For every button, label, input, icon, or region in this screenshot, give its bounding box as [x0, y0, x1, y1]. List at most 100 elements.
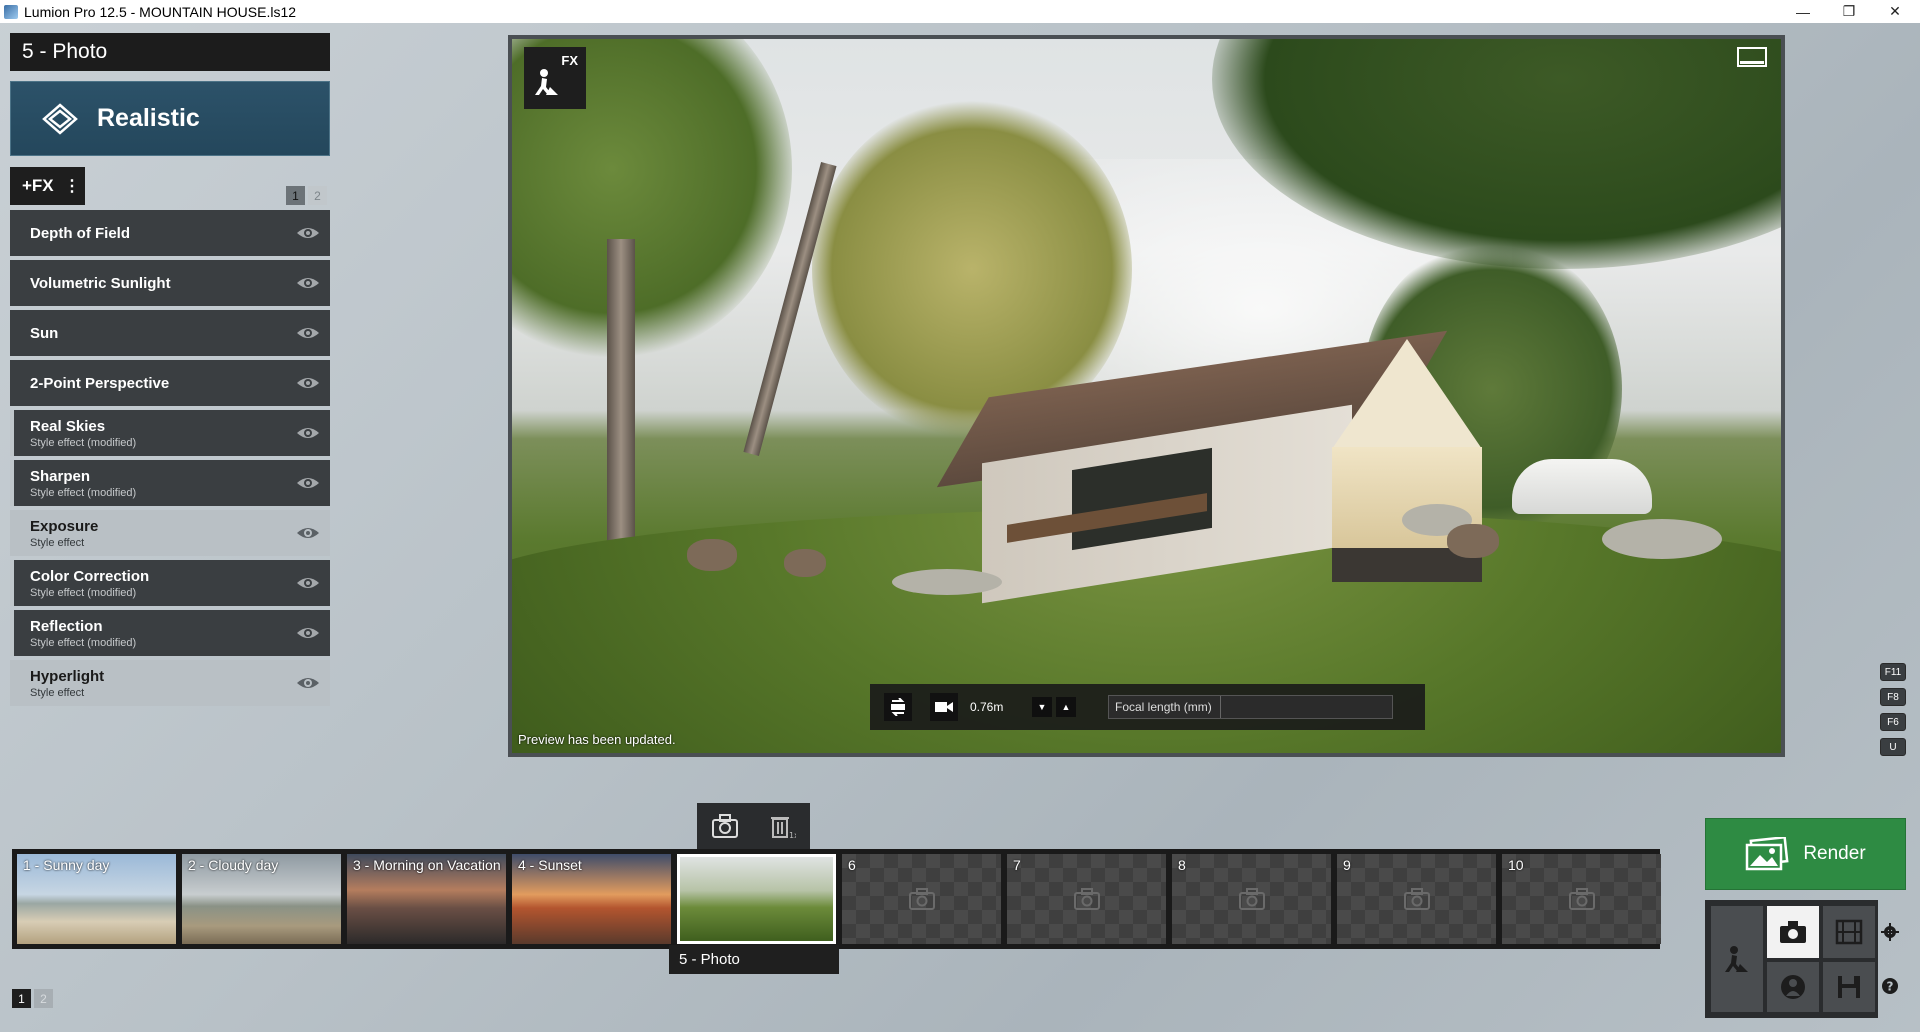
effect-item[interactable]: Depth of Field: [10, 210, 330, 256]
effect-name: 2-Point Perspective: [30, 374, 170, 392]
photo-title[interactable]: 5 - Photo: [10, 33, 330, 71]
effect-name: Real Skies: [30, 417, 106, 435]
effect-name: Sun: [30, 324, 59, 342]
swap-camera-button[interactable]: [884, 693, 912, 721]
take-photo-icon[interactable]: [711, 813, 739, 839]
sheep: [784, 549, 826, 577]
minimize-button[interactable]: —: [1780, 0, 1826, 23]
eye-icon[interactable]: [296, 623, 320, 643]
close-button[interactable]: ✕: [1872, 0, 1918, 23]
delete-photo-icon[interactable]: 1x: [768, 813, 796, 839]
hotkey-u[interactable]: U: [1880, 738, 1906, 756]
hotkey-f6[interactable]: F6: [1880, 713, 1906, 731]
effect-name: Exposure: [30, 517, 99, 535]
photo-slot-label: 7: [1013, 857, 1021, 873]
photo-slot[interactable]: 4 - Sunset: [512, 854, 671, 944]
effect-name: Sharpen: [30, 467, 91, 485]
photo-strip: 1 - Sunny day 2 - Cloudy day 3 - Morning o…: [12, 849, 1661, 949]
restore-button[interactable]: ❐: [1826, 0, 1872, 23]
photo-page-2[interactable]: 2: [34, 989, 53, 1008]
eye-icon[interactable]: [296, 273, 320, 293]
viewport-preview[interactable]: FX Preview has been updated. 0.76m ▼ ▲ F…: [508, 35, 1785, 757]
eye-icon[interactable]: [296, 423, 320, 443]
fx-page-2[interactable]: 2: [308, 186, 327, 205]
svg-text:?: ?: [1887, 980, 1894, 994]
height-down-button[interactable]: ▼: [1032, 697, 1052, 717]
photo-slot[interactable]: 8: [1172, 854, 1331, 944]
eye-icon[interactable]: [296, 673, 320, 693]
photo-slot[interactable]: 1 - Sunny day: [17, 854, 176, 944]
style-button[interactable]: Realistic: [10, 81, 330, 156]
photo-mode-button[interactable]: [1767, 906, 1819, 958]
effect-subtitle: Style effect (modified): [30, 586, 137, 599]
active-photo-caption[interactable]: 5 - Photo: [669, 945, 839, 974]
sheep: [1447, 524, 1499, 558]
camera-placeholder-icon: [1074, 888, 1100, 910]
car: [1512, 459, 1652, 514]
layers-icon: [42, 102, 78, 135]
help-icon[interactable]: ?: [1880, 976, 1900, 996]
photo-slot-label: 10: [1508, 857, 1524, 873]
eye-icon[interactable]: [296, 573, 320, 593]
eye-icon[interactable]: [296, 223, 320, 243]
focal-length-label: Focal length (mm): [1115, 700, 1212, 714]
photo-slot-label: 4 - Sunset: [518, 857, 582, 873]
house-gable: [1332, 339, 1482, 449]
image-icon: [1746, 837, 1789, 871]
photo-slot[interactable]: [677, 854, 836, 944]
camera-toolbar: 0.76m ▼ ▲ Focal length (mm): [870, 684, 1425, 730]
photo-slot[interactable]: 3 - Morning on Vacation: [347, 854, 506, 944]
photo-slot-label: 3 - Morning on Vacation: [353, 857, 501, 873]
eye-icon[interactable]: [296, 323, 320, 343]
effect-name: Volumetric Sunlight: [30, 274, 171, 292]
fx-badge-label: FX: [561, 53, 578, 68]
height-up-button[interactable]: ▲: [1056, 697, 1076, 717]
svg-text:1x: 1x: [789, 831, 796, 839]
add-fx-button[interactable]: +FX ⋮: [10, 167, 85, 205]
lumion-app-icon: [4, 4, 18, 19]
focal-length-field[interactable]: Focal length (mm): [1108, 695, 1393, 719]
panorama-mode-button[interactable]: [1767, 962, 1819, 1012]
window-title: Lumion Pro 12.5 - MOUNTAIN HOUSE.ls12: [24, 3, 297, 20]
eye-icon[interactable]: [296, 473, 320, 493]
rock: [892, 569, 1002, 595]
movie-mode-button[interactable]: [1823, 906, 1875, 958]
effect-item[interactable]: Real Skies Style effect (modified): [10, 410, 330, 456]
worker-icon: [535, 69, 558, 95]
eye-icon[interactable]: [296, 523, 320, 543]
effect-item[interactable]: Sharpen Style effect (modified): [10, 460, 330, 506]
hotkey-f8[interactable]: F8: [1880, 688, 1906, 706]
effect-name: Reflection: [30, 617, 103, 635]
camera-height-button[interactable]: [930, 693, 958, 721]
effect-item[interactable]: 2-Point Perspective: [10, 360, 330, 406]
hotkey-f11[interactable]: F11: [1880, 663, 1906, 681]
photo-slot[interactable]: 2 - Cloudy day: [182, 854, 341, 944]
effect-item[interactable]: Sun: [10, 310, 330, 356]
build-mode-button[interactable]: [1711, 906, 1763, 1012]
effect-item[interactable]: Volumetric Sunlight: [10, 260, 330, 306]
fullscreen-icon[interactable]: [1737, 47, 1767, 67]
settings-icon[interactable]: [1880, 922, 1900, 942]
fx-menu-icon[interactable]: ⋮: [64, 176, 80, 196]
photo-page-1[interactable]: 1: [12, 989, 31, 1008]
save-button[interactable]: [1823, 962, 1875, 1012]
effect-item[interactable]: Exposure Style effect: [10, 510, 330, 556]
fx-toggle-button[interactable]: FX: [524, 47, 586, 109]
photo-slot[interactable]: 7: [1007, 854, 1166, 944]
camera-placeholder-icon: [909, 888, 935, 910]
eye-icon[interactable]: [296, 373, 320, 393]
effect-subtitle: Style effect: [30, 686, 85, 699]
focal-divider: [1219, 696, 1221, 718]
title-bar: Lumion Pro 12.5 - MOUNTAIN HOUSE.ls12 — …: [0, 0, 1920, 23]
style-label: Realistic: [97, 104, 200, 132]
render-button[interactable]: Render: [1705, 818, 1906, 890]
fx-page-1[interactable]: 1: [286, 186, 305, 205]
photo-slot[interactable]: 6: [842, 854, 1001, 944]
effect-item[interactable]: Color Correction Style effect (modified): [10, 560, 330, 606]
photo-slot[interactable]: 9: [1337, 854, 1496, 944]
add-fx-label: +FX: [22, 176, 54, 195]
rock: [1602, 519, 1722, 559]
effect-item[interactable]: Reflection Style effect (modified): [10, 610, 330, 656]
photo-slot[interactable]: 10: [1502, 854, 1661, 944]
effect-item[interactable]: Hyperlight Style effect: [10, 660, 330, 706]
